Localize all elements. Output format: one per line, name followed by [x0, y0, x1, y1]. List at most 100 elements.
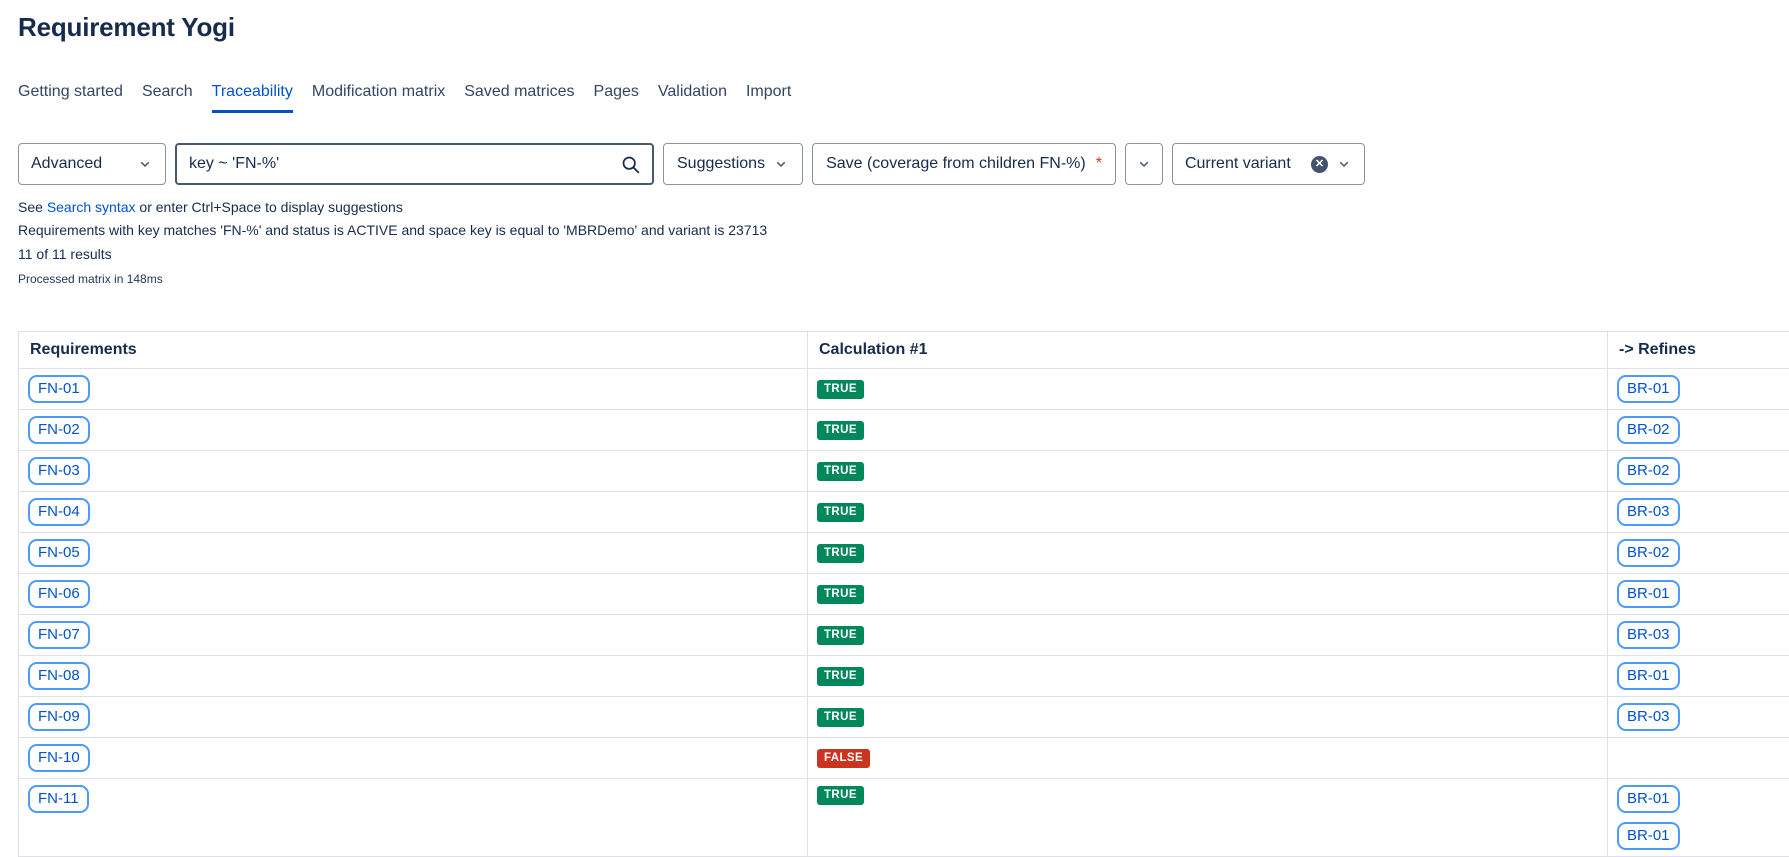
requirement-link[interactable]: FN-10 [28, 744, 90, 772]
refines-link[interactable]: BR-01 [1617, 580, 1680, 608]
page: Requirement Yogi Getting started Search … [0, 0, 1789, 857]
tab-modification-matrix[interactable]: Modification matrix [312, 83, 445, 113]
toolbar: Advanced Suggestions Save (coverage from… [18, 143, 1789, 185]
table-row: FN-10 FALSE [19, 738, 1789, 779]
refines-link[interactable]: BR-01 [1617, 375, 1680, 403]
table-row: FN-06 TRUE BR-01 [19, 574, 1789, 615]
requirement-link[interactable]: FN-01 [28, 375, 90, 403]
table-row: FN-01 TRUE BR-01 [19, 369, 1789, 410]
suggestions-label: Suggestions [677, 155, 765, 173]
refines-link[interactable]: BR-02 [1617, 457, 1680, 485]
refines-link[interactable]: BR-03 [1617, 621, 1680, 649]
calculation-badge: TRUE [817, 585, 864, 604]
calculation-cell: TRUE [808, 697, 1608, 738]
refines-link[interactable]: BR-01 [1617, 785, 1680, 813]
calculation-badge: TRUE [817, 380, 864, 399]
save-options-dropdown[interactable] [1125, 143, 1163, 185]
requirement-link[interactable]: FN-02 [28, 416, 90, 444]
chevron-down-icon [1136, 156, 1152, 172]
calculation-badge: TRUE [817, 667, 864, 686]
variant-select[interactable]: Current variant ✕ [1172, 143, 1365, 185]
calculation-cell: FALSE [808, 738, 1608, 779]
requirement-cell: FN-11 [19, 779, 808, 857]
table-row: FN-09 TRUE BR-03 [19, 697, 1789, 738]
required-asterisk: * [1096, 155, 1102, 173]
calculation-badge: TRUE [817, 626, 864, 645]
requirement-cell: FN-07 [19, 615, 808, 656]
results-count: 11 of 11 results [18, 246, 1789, 262]
refines-cell: BR-01 BR-01 [1608, 779, 1789, 857]
requirement-link[interactable]: FN-04 [28, 498, 90, 526]
query-description: Requirements with key matches 'FN-%' and… [18, 222, 1789, 238]
calculation-cell: TRUE [808, 410, 1608, 451]
syntax-hint: See Search syntax or enter Ctrl+Space to… [18, 199, 1789, 215]
variant-value: Current variant [1185, 155, 1303, 173]
refines-cell: BR-02 [1608, 410, 1789, 451]
refines-cell: BR-02 [1608, 533, 1789, 574]
column-header-calculation: Calculation #1 [808, 332, 1608, 369]
table-header-row: Requirements Calculation #1 -> Refines [19, 332, 1789, 369]
requirement-link[interactable]: FN-08 [28, 662, 90, 690]
tab-getting-started[interactable]: Getting started [18, 83, 123, 113]
requirement-cell: FN-04 [19, 492, 808, 533]
calculation-badge: TRUE [817, 708, 864, 727]
calculation-cell: TRUE [808, 533, 1608, 574]
calculation-badge: TRUE [817, 786, 864, 805]
table-row: FN-02 TRUE BR-02 [19, 410, 1789, 451]
requirement-link[interactable]: FN-06 [28, 580, 90, 608]
refines-cell: BR-01 [1608, 656, 1789, 697]
requirement-cell: FN-06 [19, 574, 808, 615]
chevron-down-icon [137, 156, 153, 172]
table-row: FN-04 TRUE BR-03 [19, 492, 1789, 533]
tab-pages[interactable]: Pages [594, 83, 639, 113]
tab-saved-matrices[interactable]: Saved matrices [464, 83, 574, 113]
traceability-table: Requirements Calculation #1 -> Refines F… [18, 331, 1789, 857]
calculation-cell: TRUE [808, 574, 1608, 615]
refines-cell: BR-03 [1608, 615, 1789, 656]
table-row: FN-08 TRUE BR-01 [19, 656, 1789, 697]
refines-link[interactable]: BR-02 [1617, 539, 1680, 567]
search-input[interactable] [177, 145, 609, 183]
tab-search[interactable]: Search [142, 83, 193, 113]
requirement-link[interactable]: FN-07 [28, 621, 90, 649]
requirement-link[interactable]: FN-09 [28, 703, 90, 731]
save-button[interactable]: Save (coverage from children FN-%) * [812, 143, 1116, 185]
tab-traceability[interactable]: Traceability [212, 83, 293, 113]
refines-link[interactable]: BR-01 [1617, 822, 1680, 850]
page-title: Requirement Yogi [18, 12, 1789, 43]
column-header-requirements: Requirements [19, 332, 808, 369]
calculation-cell: TRUE [808, 492, 1608, 533]
refines-link[interactable]: BR-01 [1617, 662, 1680, 690]
processing-time: Processed matrix in 148ms [18, 272, 1789, 286]
column-header-refines: -> Refines [1608, 332, 1789, 369]
suggestions-dropdown[interactable]: Suggestions [663, 143, 803, 185]
tab-import[interactable]: Import [746, 83, 791, 113]
requirement-cell: FN-05 [19, 533, 808, 574]
refines-link[interactable]: BR-03 [1617, 703, 1680, 731]
search-syntax-link[interactable]: Search syntax [47, 199, 136, 215]
search-mode-value: Advanced [31, 155, 102, 173]
refines-cell [1608, 738, 1789, 779]
refines-cell: BR-01 [1608, 574, 1789, 615]
calculation-badge: FALSE [817, 749, 870, 768]
requirement-link[interactable]: FN-05 [28, 539, 90, 567]
search-mode-select[interactable]: Advanced [18, 143, 166, 185]
refines-link[interactable]: BR-03 [1617, 498, 1680, 526]
syntax-hint-suffix: or enter Ctrl+Space to display suggestio… [139, 199, 402, 215]
save-label: Save (coverage from children FN-%) [826, 155, 1086, 173]
table-row: FN-11 TRUE BR-01 BR-01 [19, 779, 1789, 857]
table-row: FN-05 TRUE BR-02 [19, 533, 1789, 574]
calculation-cell: TRUE [808, 451, 1608, 492]
requirement-cell: FN-02 [19, 410, 808, 451]
search-icon [620, 154, 641, 175]
requirement-link[interactable]: FN-11 [28, 785, 89, 813]
clear-variant-icon[interactable]: ✕ [1311, 156, 1328, 173]
refines-cell: BR-01 [1608, 369, 1789, 410]
requirement-link[interactable]: FN-03 [28, 457, 90, 485]
refines-link[interactable]: BR-02 [1617, 416, 1680, 444]
chevron-down-icon [773, 156, 789, 172]
refines-cell: BR-02 [1608, 451, 1789, 492]
search-button[interactable] [609, 145, 652, 183]
refines-cell: BR-03 [1608, 697, 1789, 738]
tab-validation[interactable]: Validation [658, 83, 727, 113]
